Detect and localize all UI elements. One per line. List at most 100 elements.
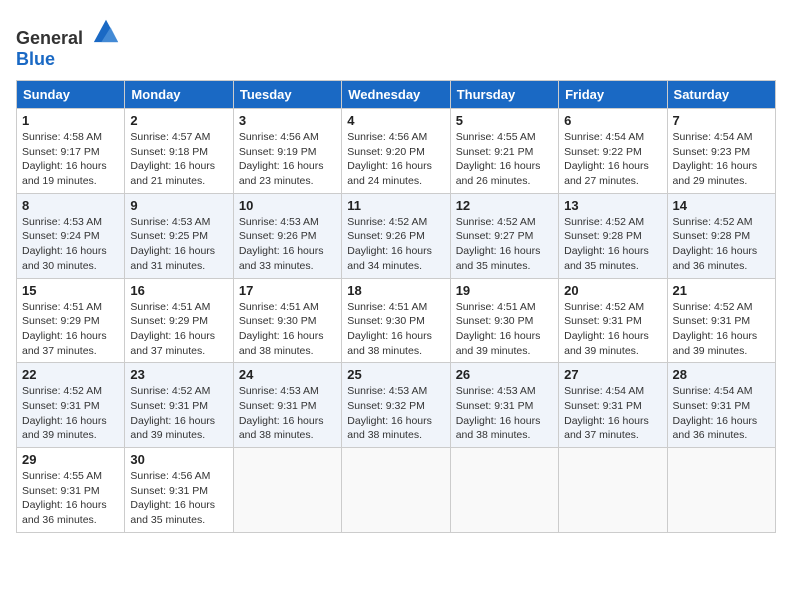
calendar-cell: 9 Sunrise: 4:53 AMSunset: 9:25 PMDaylight…	[125, 193, 233, 278]
day-header-saturday: Saturday	[667, 81, 775, 109]
calendar-cell: 7 Sunrise: 4:54 AMSunset: 9:23 PMDaylight…	[667, 109, 775, 194]
day-info: Sunrise: 4:51 AMSunset: 9:30 PMDaylight:…	[347, 300, 444, 359]
calendar-table: SundayMondayTuesdayWednesdayThursdayFrid…	[16, 80, 776, 533]
calendar-cell: 19 Sunrise: 4:51 AMSunset: 9:30 PMDayligh…	[450, 278, 558, 363]
calendar-cell: 29 Sunrise: 4:55 AMSunset: 9:31 PMDayligh…	[17, 448, 125, 533]
day-header-friday: Friday	[559, 81, 667, 109]
day-info: Sunrise: 4:54 AMSunset: 9:31 PMDaylight:…	[564, 384, 661, 443]
calendar-cell	[233, 448, 341, 533]
day-number: 14	[673, 198, 770, 213]
calendar-cell: 28 Sunrise: 4:54 AMSunset: 9:31 PMDayligh…	[667, 363, 775, 448]
day-info: Sunrise: 4:51 AMSunset: 9:30 PMDaylight:…	[239, 300, 336, 359]
calendar-cell: 11 Sunrise: 4:52 AMSunset: 9:26 PMDayligh…	[342, 193, 450, 278]
logo-icon	[92, 16, 120, 44]
calendar-cell: 15 Sunrise: 4:51 AMSunset: 9:29 PMDayligh…	[17, 278, 125, 363]
calendar-cell	[450, 448, 558, 533]
day-number: 1	[22, 113, 119, 128]
day-number: 18	[347, 283, 444, 298]
day-number: 20	[564, 283, 661, 298]
day-info: Sunrise: 4:52 AMSunset: 9:28 PMDaylight:…	[673, 215, 770, 274]
day-info: Sunrise: 4:53 AMSunset: 9:26 PMDaylight:…	[239, 215, 336, 274]
calendar-cell	[559, 448, 667, 533]
day-number: 3	[239, 113, 336, 128]
calendar-cell: 2Sunrise: 4:57 AMSunset: 9:18 PMDaylight…	[125, 109, 233, 194]
day-info: Sunrise: 4:58 AMSunset: 9:17 PMDaylight:…	[22, 130, 119, 189]
calendar-body: 1 Sunrise: 4:58 AMSunset: 9:17 PMDaylight…	[17, 109, 776, 533]
day-info: Sunrise: 4:52 AMSunset: 9:31 PMDaylight:…	[130, 384, 227, 443]
day-number: 7	[673, 113, 770, 128]
calendar-cell: 1 Sunrise: 4:58 AMSunset: 9:17 PMDaylight…	[17, 109, 125, 194]
day-number: 19	[456, 283, 553, 298]
calendar-cell: 30 Sunrise: 4:56 AMSunset: 9:31 PMDayligh…	[125, 448, 233, 533]
day-number: 15	[22, 283, 119, 298]
day-number: 12	[456, 198, 553, 213]
day-info: Sunrise: 4:56 AMSunset: 9:31 PMDaylight:…	[130, 469, 227, 528]
day-header-tuesday: Tuesday	[233, 81, 341, 109]
day-info: Sunrise: 4:51 AMSunset: 9:30 PMDaylight:…	[456, 300, 553, 359]
calendar-cell: 25Sunrise: 4:53 AMSunset: 9:32 PMDayligh…	[342, 363, 450, 448]
calendar-cell: 26Sunrise: 4:53 AMSunset: 9:31 PMDayligh…	[450, 363, 558, 448]
day-info: Sunrise: 4:53 AMSunset: 9:31 PMDaylight:…	[456, 384, 553, 443]
day-number: 16	[130, 283, 227, 298]
day-number: 4	[347, 113, 444, 128]
day-info: Sunrise: 4:51 AMSunset: 9:29 PMDaylight:…	[130, 300, 227, 359]
day-info: Sunrise: 4:53 AMSunset: 9:25 PMDaylight:…	[130, 215, 227, 274]
day-header-wednesday: Wednesday	[342, 81, 450, 109]
day-info: Sunrise: 4:56 AMSunset: 9:19 PMDaylight:…	[239, 130, 336, 189]
day-info: Sunrise: 4:55 AMSunset: 9:31 PMDaylight:…	[22, 469, 119, 528]
calendar-cell: 23 Sunrise: 4:52 AMSunset: 9:31 PMDayligh…	[125, 363, 233, 448]
day-number: 2	[130, 113, 227, 128]
day-number: 6	[564, 113, 661, 128]
day-info: Sunrise: 4:51 AMSunset: 9:29 PMDaylight:…	[22, 300, 119, 359]
calendar-cell: 14 Sunrise: 4:52 AMSunset: 9:28 PMDayligh…	[667, 193, 775, 278]
day-number: 17	[239, 283, 336, 298]
day-info: Sunrise: 4:53 AMSunset: 9:24 PMDaylight:…	[22, 215, 119, 274]
day-info: Sunrise: 4:55 AMSunset: 9:21 PMDaylight:…	[456, 130, 553, 189]
calendar-week-row: 29 Sunrise: 4:55 AMSunset: 9:31 PMDayligh…	[17, 448, 776, 533]
day-number: 29	[22, 452, 119, 467]
day-number: 30	[130, 452, 227, 467]
day-number: 5	[456, 113, 553, 128]
calendar-cell: 12 Sunrise: 4:52 AMSunset: 9:27 PMDayligh…	[450, 193, 558, 278]
calendar-cell: 17 Sunrise: 4:51 AMSunset: 9:30 PMDayligh…	[233, 278, 341, 363]
day-info: Sunrise: 4:52 AMSunset: 9:26 PMDaylight:…	[347, 215, 444, 274]
header: General Blue	[16, 16, 776, 70]
day-number: 13	[564, 198, 661, 213]
calendar-header-row: SundayMondayTuesdayWednesdayThursdayFrid…	[17, 81, 776, 109]
day-number: 21	[673, 283, 770, 298]
calendar-cell: 20 Sunrise: 4:52 AMSunset: 9:31 PMDayligh…	[559, 278, 667, 363]
day-number: 11	[347, 198, 444, 213]
calendar-cell: 16 Sunrise: 4:51 AMSunset: 9:29 PMDayligh…	[125, 278, 233, 363]
day-number: 24	[239, 367, 336, 382]
calendar-cell: 13Sunrise: 4:52 AMSunset: 9:28 PMDayligh…	[559, 193, 667, 278]
calendar-cell: 21Sunrise: 4:52 AMSunset: 9:31 PMDayligh…	[667, 278, 775, 363]
day-header-monday: Monday	[125, 81, 233, 109]
day-info: Sunrise: 4:52 AMSunset: 9:31 PMDaylight:…	[22, 384, 119, 443]
calendar-cell	[342, 448, 450, 533]
calendar-cell: 8Sunrise: 4:53 AMSunset: 9:24 PMDaylight…	[17, 193, 125, 278]
logo-blue: Blue	[16, 49, 55, 69]
calendar-cell: 4Sunrise: 4:56 AMSunset: 9:20 PMDaylight…	[342, 109, 450, 194]
calendar-cell: 5 Sunrise: 4:55 AMSunset: 9:21 PMDaylight…	[450, 109, 558, 194]
day-number: 27	[564, 367, 661, 382]
calendar-cell	[667, 448, 775, 533]
day-number: 25	[347, 367, 444, 382]
day-number: 22	[22, 367, 119, 382]
calendar-cell: 18 Sunrise: 4:51 AMSunset: 9:30 PMDayligh…	[342, 278, 450, 363]
day-number: 28	[673, 367, 770, 382]
logo-text: General Blue	[16, 16, 120, 70]
day-number: 9	[130, 198, 227, 213]
day-number: 10	[239, 198, 336, 213]
day-info: Sunrise: 4:54 AMSunset: 9:23 PMDaylight:…	[673, 130, 770, 189]
calendar-week-row: 22 Sunrise: 4:52 AMSunset: 9:31 PMDayligh…	[17, 363, 776, 448]
day-header-sunday: Sunday	[17, 81, 125, 109]
calendar-cell: 3 Sunrise: 4:56 AMSunset: 9:19 PMDaylight…	[233, 109, 341, 194]
day-number: 23	[130, 367, 227, 382]
day-info: Sunrise: 4:52 AMSunset: 9:27 PMDaylight:…	[456, 215, 553, 274]
calendar-week-row: 1 Sunrise: 4:58 AMSunset: 9:17 PMDaylight…	[17, 109, 776, 194]
day-info: Sunrise: 4:52 AMSunset: 9:31 PMDaylight:…	[564, 300, 661, 359]
day-info: Sunrise: 4:54 AMSunset: 9:31 PMDaylight:…	[673, 384, 770, 443]
calendar-cell: 27 Sunrise: 4:54 AMSunset: 9:31 PMDayligh…	[559, 363, 667, 448]
day-header-thursday: Thursday	[450, 81, 558, 109]
calendar-cell: 10 Sunrise: 4:53 AMSunset: 9:26 PMDayligh…	[233, 193, 341, 278]
